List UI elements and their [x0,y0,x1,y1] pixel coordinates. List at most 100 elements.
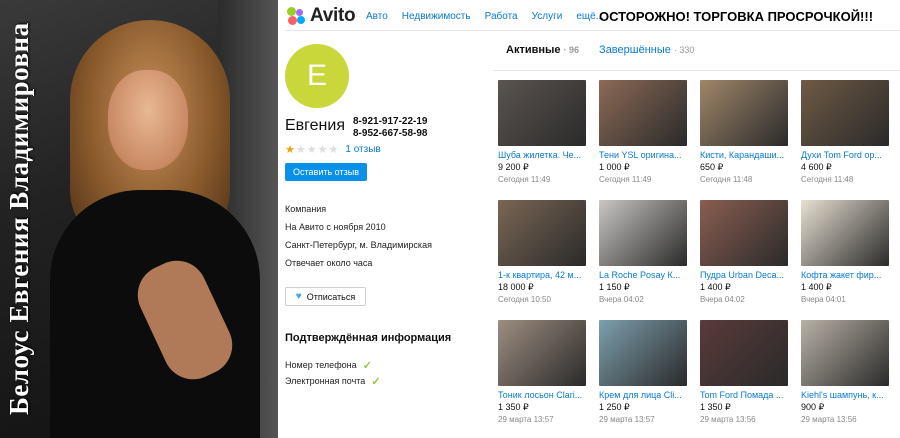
listing-card[interactable]: Кисти, Карандаши... 650 ₽ Сегодня 11:48 [700,80,788,184]
listing-price: 900 ₽ [801,402,825,412]
seller-name: Евгения [285,117,345,134]
listing-price: 1 350 ₽ [700,402,731,412]
listing-image[interactable] [700,200,788,266]
listing-price: 1 000 ₽ [599,162,630,172]
nav-jobs[interactable]: Работа [485,11,518,22]
listing-title[interactable]: Крем для лица Cli... [599,390,687,400]
listing-price: 1 250 ₽ [599,402,630,412]
listing-card[interactable]: Kiehl's шампунь, к... 900 ₽ 29 марта 13:56 [801,320,889,424]
photo-caption: Белоус Евгения Владимировна [4,22,34,416]
listing-card[interactable]: Шуба жилетка. Че... 9 200 ₽ Сегодня 11:49 [498,80,586,184]
rating: ★★★★★ 1 отзыв [285,140,381,158]
unsubscribe-label: Отписаться [306,291,356,302]
listing-image[interactable] [599,200,687,266]
star-icon: ★ [306,144,317,156]
listing-date: 29 марта 13:57 [599,415,655,424]
reviews-link[interactable]: 1 отзыв [345,144,380,155]
listing-title[interactable]: Шуба жилетка. Че... [498,150,586,160]
info-since: На Авито с ноября 2010 [285,222,386,232]
listing-image[interactable] [599,80,687,146]
rating-stars: ★★★★★ [285,140,339,158]
listing-image[interactable] [700,80,788,146]
listing-price: 1 400 ₽ [801,282,832,292]
listing-card[interactable]: Духи Tom Ford ор... 4 600 ₽ Сегодня 11:48 [801,80,889,184]
logo-icon [287,7,305,25]
page: Белоус Евгения Владимировна Avito Авто Н… [0,0,900,438]
tab-completed[interactable]: Завершённые · 330 [599,44,694,56]
check-icon: ✓ [371,375,381,388]
listing-title[interactable]: Духи Tom Ford ор... [801,150,889,160]
listing-price: 18 000 ₽ [498,282,534,292]
info-type: Компания [285,204,327,214]
listing-tabs: Активные · 96 Завершённые · 330 [506,44,714,56]
listing-price: 1 150 ₽ [599,282,630,292]
tabs-divider [493,70,900,71]
main-nav: Авто Недвижимость Работа Услуги ещё... [366,11,618,22]
listing-date: 29 марта 13:56 [700,415,756,424]
listing-date: Сегодня 11:48 [801,175,854,184]
warning-banner: ОСТОРОЖНО! ТОРГОВКА ПРОСРОЧКОЙ!!! [599,9,874,24]
header: Avito Авто Недвижимость Работа Услуги ещ… [285,0,900,30]
nav-auto[interactable]: Авто [366,11,388,22]
tab-active[interactable]: Активные · 96 [506,44,579,56]
listing-card[interactable]: Tom Ford Помада ... 1 350 ₽ 29 марта 13:56 [700,320,788,424]
star-icon: ★ [328,144,339,156]
listing-title[interactable]: Тени YSL оригина... [599,150,687,160]
listing-date: Сегодня 11:48 [700,175,753,184]
listing-image[interactable] [498,200,586,266]
nav-services[interactable]: Услуги [532,11,563,22]
info-response: Отвечает около часа [285,258,373,268]
phone-numbers: 8-921-917-22-19 8-952-667-58-98 [353,116,428,140]
listing-image[interactable] [700,320,788,386]
verified-email: Электронная почта ✓ [285,375,381,388]
listing-title[interactable]: Пудра Urban Deca... [700,270,788,280]
avito-logo[interactable]: Avito [287,5,356,27]
listing-date: Вчера 04:01 [801,295,846,304]
unsubscribe-button[interactable]: ♥ Отписаться [285,287,366,306]
phone-1: 8-921-917-22-19 [353,116,428,127]
listing-card[interactable]: Кофта жакет фир... 1 400 ₽ Вчера 04:01 [801,200,889,304]
listing-title[interactable]: Кофта жакет фир... [801,270,889,280]
star-icon: ★ [285,144,295,156]
listing-title[interactable]: La Roche Posay К... [599,270,687,280]
listing-title[interactable]: Тоник лосьон Clari... [498,390,586,400]
profile-photo: Белоус Евгения Владимировна [0,0,278,438]
listing-title[interactable]: 1-к квартира, 42 м... [498,270,586,280]
heart-icon: ♥ [295,291,302,302]
listing-title[interactable]: Кисти, Карандаши... [700,150,788,160]
listing-image[interactable] [801,320,889,386]
listing-date: Вчера 04:02 [700,295,745,304]
listing-card[interactable]: La Roche Posay К... 1 150 ₽ Вчера 04:02 [599,200,687,304]
header-divider [285,30,900,31]
listing-date: Вчера 04:02 [599,295,644,304]
seller-info: Компания На Авито с ноября 2010 Санкт-Пе… [285,203,432,275]
listing-date: Сегодня 11:49 [498,175,551,184]
check-icon: ✓ [362,359,372,372]
phone-2: 8-952-667-58-98 [353,128,428,139]
listing-date: 29 марта 13:57 [498,415,554,424]
listing-card[interactable]: 1-к квартира, 42 м... 18 000 ₽ Сегодня 10:… [498,200,586,304]
listing-price: 650 ₽ [700,162,724,172]
listing-image[interactable] [801,80,889,146]
listing-image[interactable] [498,320,586,386]
listing-card[interactable]: Пудра Urban Deca... 1 400 ₽ Вчера 04:02 [700,200,788,304]
listing-date: Сегодня 10:50 [498,295,551,304]
leave-review-button[interactable]: Оставить отзыв [285,163,367,181]
listing-price: 9 200 ₽ [498,162,529,172]
listing-image[interactable] [599,320,687,386]
nav-realty[interactable]: Недвижимость [402,11,471,22]
listing-image[interactable] [498,80,586,146]
verified-title: Подтверждённая информация [285,332,452,344]
listing-card[interactable]: Тени YSL оригина... 1 000 ₽ Сегодня 11:49 [599,80,687,184]
listing-date: 29 марта 13:56 [801,415,857,424]
listing-card[interactable]: Крем для лица Cli... 1 250 ₽ 29 марта 13:5… [599,320,687,424]
listing-title[interactable]: Tom Ford Помада ... [700,390,788,400]
listing-price: 1 400 ₽ [700,282,731,292]
seller-profile: Е Евгения 8-921-917-22-19 8-952-667-58-9… [285,44,475,388]
star-icon: ★ [317,144,328,156]
listing-card[interactable]: Тоник лосьон Clari... 1 350 ₽ 29 марта 13:… [498,320,586,424]
listing-title[interactable]: Kiehl's шампунь, к... [801,390,889,400]
verified-phone: Номер телефона ✓ [285,359,372,372]
listing-image[interactable] [801,200,889,266]
listing-price: 4 600 ₽ [801,162,832,172]
